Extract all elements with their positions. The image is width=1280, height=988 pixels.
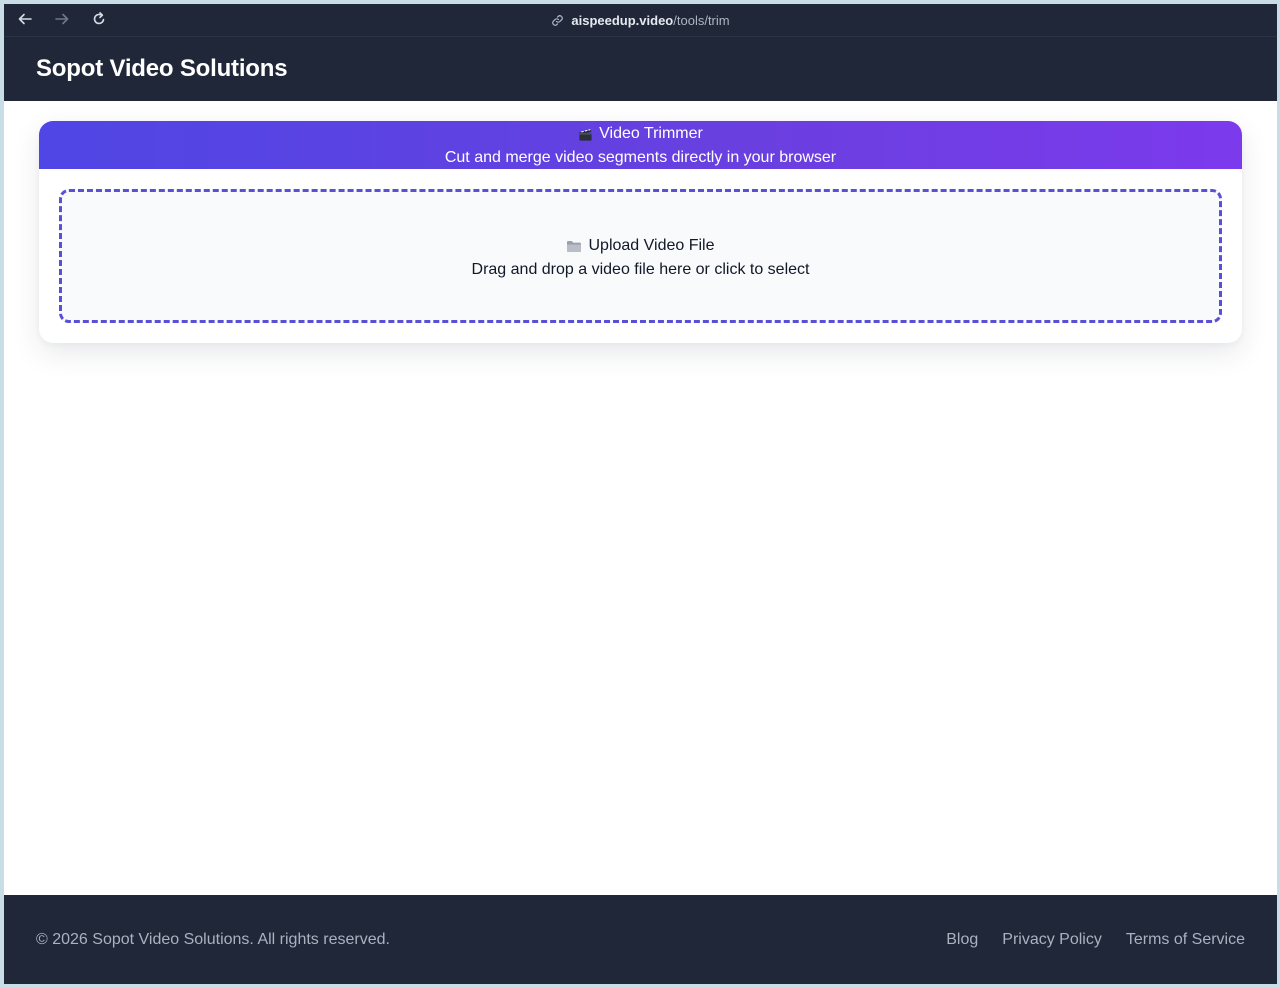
tool-title: Video Trimmer	[599, 125, 703, 142]
clapperboard-icon	[578, 127, 593, 142]
site-footer: © 2026 Sopot Video Solutions. All rights…	[4, 895, 1277, 984]
tool-card: Video Trimmer Cut and merge video segmen…	[39, 121, 1242, 343]
tool-title-row: Video Trimmer	[39, 125, 1242, 143]
link-icon	[551, 14, 564, 27]
site-title[interactable]: Sopot Video Solutions	[36, 55, 288, 83]
browser-toolbar: aispeedup.video/tools/trim	[4, 4, 1277, 37]
url-path: /tools/trim	[673, 13, 730, 28]
reload-icon	[91, 11, 107, 32]
upload-hint: Drag and drop a video file here or click…	[471, 261, 810, 278]
forward-button[interactable]	[51, 10, 73, 32]
video-upload-dropzone[interactable]: Upload Video File Drag and drop a video …	[59, 189, 1222, 323]
back-button[interactable]	[14, 10, 36, 32]
site-header: Sopot Video Solutions	[4, 37, 1277, 101]
upload-title-row: Upload Video File	[62, 236, 1219, 256]
upload-title: Upload Video File	[588, 237, 715, 254]
address-field[interactable]: aispeedup.video/tools/trim	[551, 13, 730, 28]
footer-link-blog[interactable]: Blog	[946, 931, 978, 949]
arrow-left-icon	[17, 11, 33, 32]
tool-subtitle: Cut and merge video segments directly in…	[444, 149, 837, 166]
browser-window: aispeedup.video/tools/trim Sopot Video S…	[4, 4, 1277, 984]
tool-card-header: Video Trimmer Cut and merge video segmen…	[39, 121, 1242, 169]
url-host: aispeedup.video	[571, 13, 674, 28]
footer-copyright: © 2026 Sopot Video Solutions. All rights…	[36, 931, 390, 948]
arrow-right-icon	[54, 11, 70, 32]
footer-links: Blog Privacy Policy Terms of Service	[946, 931, 1245, 949]
reload-button[interactable]	[88, 10, 110, 32]
footer-link-privacy-policy[interactable]: Privacy Policy	[1002, 931, 1102, 949]
footer-link-terms-of-service[interactable]: Terms of Service	[1126, 931, 1245, 949]
folder-icon	[566, 240, 582, 253]
address-bar: aispeedup.video/tools/trim	[4, 4, 1277, 37]
